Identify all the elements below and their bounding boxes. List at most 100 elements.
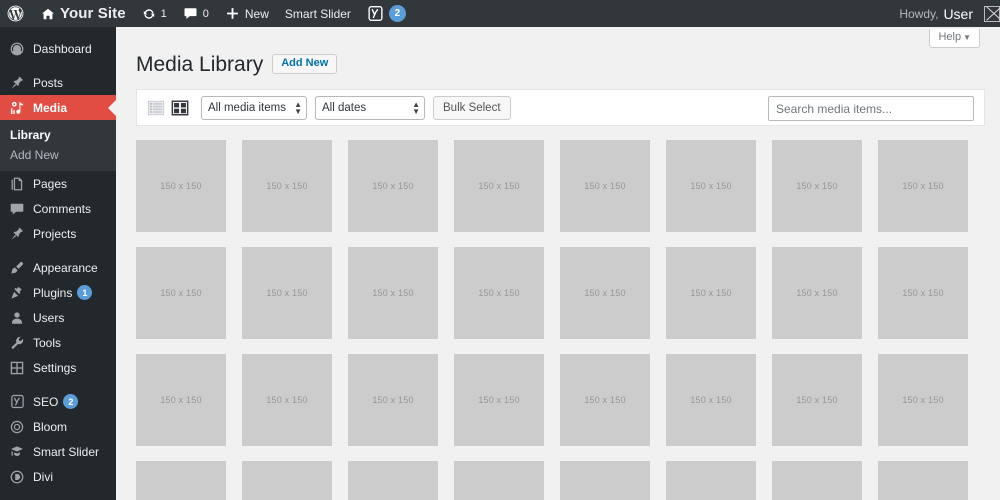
media-thumbnail-label: 150 x 150 [690, 288, 731, 298]
sidebar-item-label: Media [33, 101, 67, 115]
media-thumbnail[interactable]: 150 x 150 [454, 247, 544, 339]
seo-notification-badge: 2 [63, 394, 78, 409]
help-tab-button[interactable]: Help▼ [929, 29, 980, 48]
pin-icon [8, 74, 26, 92]
updates-menu[interactable]: 1 [134, 0, 175, 27]
media-thumbnail[interactable]: 150 x 150 [242, 354, 332, 446]
sidebar-item-media[interactable]: Media [0, 95, 116, 120]
comment-bubble-icon [183, 6, 198, 21]
media-thumbnail[interactable]: 150 x 150 [878, 461, 968, 500]
media-thumbnail[interactable]: 150 x 150 [454, 140, 544, 232]
plugins-update-badge: 1 [77, 285, 92, 300]
sidebar-item-smart-slider[interactable]: Smart Slider [0, 439, 116, 464]
sidebar-item-posts[interactable]: Posts [0, 70, 116, 95]
media-thumbnail-label: 150 x 150 [160, 288, 201, 298]
media-thumbnail[interactable]: 150 x 150 [666, 140, 756, 232]
media-thumbnail[interactable]: 150 x 150 [772, 354, 862, 446]
wrench-icon [8, 334, 26, 352]
sidebar-item-appearance[interactable]: Appearance [0, 255, 116, 280]
media-thumbnail-label: 150 x 150 [796, 395, 837, 405]
media-thumbnail[interactable]: 150 x 150 [242, 461, 332, 500]
page-header: Media Library Add New [116, 49, 1000, 79]
grid-view-icon[interactable] [171, 99, 189, 117]
media-thumbnail[interactable]: 150 x 150 [772, 247, 862, 339]
media-thumbnail[interactable]: 150 x 150 [666, 354, 756, 446]
smart-slider-label: Smart Slider [285, 7, 351, 21]
sidebar-item-label: SEO [33, 395, 58, 409]
media-grid: 150 x 150150 x 150150 x 150150 x 150150 … [136, 140, 985, 500]
sidebar-item-divi[interactable]: Divi [0, 464, 116, 489]
media-thumbnail[interactable]: 150 x 150 [136, 461, 226, 500]
site-name-menu[interactable]: Your Site [33, 0, 134, 27]
media-thumbnail-label: 150 x 150 [160, 395, 201, 405]
sidebar-item-settings[interactable]: Settings [0, 355, 116, 380]
bloom-icon [8, 418, 26, 436]
comment-bubble-icon [8, 200, 26, 218]
admin-bar-smart-slider[interactable]: Smart Slider [277, 0, 359, 27]
sidebar-item-tools[interactable]: Tools [0, 330, 116, 355]
sidebar-item-projects[interactable]: Projects [0, 221, 116, 246]
wordpress-logo-menu[interactable] [0, 0, 33, 27]
media-thumbnail-label: 150 x 150 [902, 395, 943, 405]
media-type-filter[interactable]: All media itemsImagesAudioVideoUnattache… [201, 96, 307, 120]
media-thumbnail[interactable]: 150 x 150 [666, 247, 756, 339]
add-new-media-button[interactable]: Add New [272, 54, 337, 74]
new-content-menu[interactable]: New [217, 0, 277, 27]
media-thumbnail[interactable]: 150 x 150 [136, 140, 226, 232]
menu-top-spacer [0, 27, 116, 36]
list-view-icon[interactable] [147, 99, 165, 117]
media-thumbnail-label: 150 x 150 [266, 395, 307, 405]
media-thumbnail[interactable]: 150 x 150 [136, 354, 226, 446]
media-thumbnail[interactable]: 150 x 150 [878, 247, 968, 339]
date-filter[interactable]: All dates [315, 96, 425, 120]
sidebar-item-pages[interactable]: Pages [0, 171, 116, 196]
settings-sliders-icon [8, 359, 26, 377]
media-thumbnail[interactable]: 150 x 150 [772, 461, 862, 500]
media-thumbnail[interactable]: 150 x 150 [560, 140, 650, 232]
sidebar-item-comments[interactable]: Comments [0, 196, 116, 221]
media-thumbnail[interactable]: 150 x 150 [242, 247, 332, 339]
media-thumbnail[interactable]: 150 x 150 [772, 140, 862, 232]
media-thumbnail[interactable]: 150 x 150 [878, 354, 968, 446]
media-thumbnail-label: 150 x 150 [160, 181, 201, 191]
media-thumbnail[interactable]: 150 x 150 [454, 354, 544, 446]
media-thumbnail[interactable]: 150 x 150 [560, 354, 650, 446]
sidebar-item-label: Posts [33, 76, 63, 90]
sidebar-item-bloom[interactable]: Bloom [0, 414, 116, 439]
sidebar-item-users[interactable]: Users [0, 305, 116, 330]
media-thumbnail[interactable]: 150 x 150 [348, 354, 438, 446]
comments-menu[interactable]: 0 [175, 0, 217, 27]
menu-separator-4 [0, 489, 116, 498]
media-thumbnail[interactable]: 150 x 150 [348, 247, 438, 339]
user-icon [8, 309, 26, 327]
admin-bar: Your Site 1 0 New Smart Slider [0, 0, 1000, 27]
media-thumbnail[interactable]: 150 x 150 [136, 247, 226, 339]
sidebar-item-dashboard[interactable]: Dashboard [0, 36, 116, 61]
sidebar-item-seo[interactable]: SEO 2 [0, 389, 116, 414]
media-thumbnail[interactable]: 150 x 150 [348, 461, 438, 500]
bulk-select-button[interactable]: Bulk Select [433, 96, 511, 120]
my-account-menu[interactable]: Howdy, User [891, 0, 1000, 27]
admin-bar-seo-menu[interactable]: 2 [359, 0, 414, 27]
media-thumbnail[interactable]: 150 x 150 [878, 140, 968, 232]
media-thumbnail-label: 150 x 150 [690, 395, 731, 405]
media-thumbnail-label: 150 x 150 [478, 288, 519, 298]
media-thumbnail[interactable]: 150 x 150 [560, 247, 650, 339]
media-thumbnail[interactable]: 150 x 150 [242, 140, 332, 232]
submenu-item-add-new[interactable]: Add New [0, 145, 116, 165]
submenu-item-library[interactable]: Library [0, 125, 116, 145]
media-thumbnail[interactable]: 150 x 150 [560, 461, 650, 500]
media-thumbnail[interactable]: 150 x 150 [666, 461, 756, 500]
updates-count: 1 [161, 8, 167, 20]
pages-icon [8, 175, 26, 193]
search-input[interactable] [768, 96, 974, 121]
media-icon [8, 99, 26, 117]
updates-icon [142, 7, 156, 21]
pin-icon [8, 225, 26, 243]
media-thumbnail[interactable]: 150 x 150 [348, 140, 438, 232]
sidebar-item-label: Projects [33, 227, 76, 241]
media-thumbnail[interactable]: 150 x 150 [454, 461, 544, 500]
dashboard-icon [8, 40, 26, 58]
smart-slider-icon [8, 443, 26, 461]
sidebar-item-plugins[interactable]: Plugins 1 [0, 280, 116, 305]
